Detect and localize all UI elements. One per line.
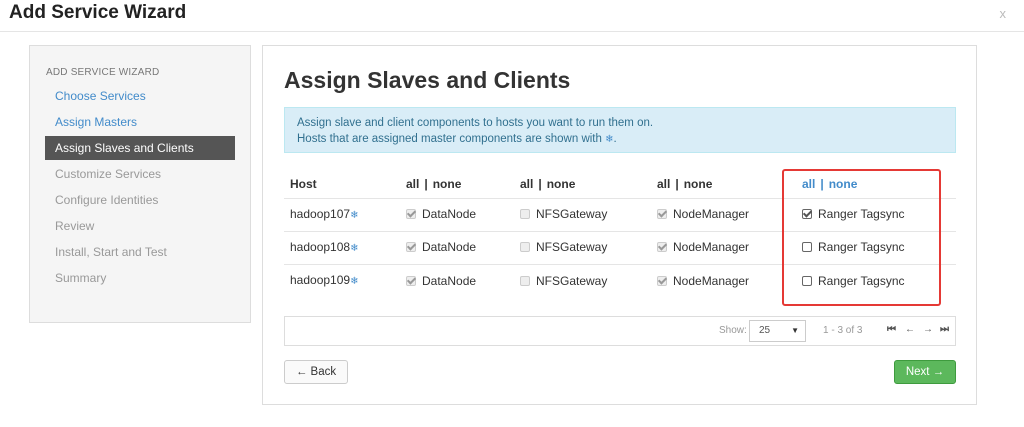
- datanode-header: all | none: [406, 177, 462, 191]
- info-text-line1: Assign slave and client components to ho…: [297, 117, 654, 129]
- datanode-select-none-link[interactable]: none: [433, 177, 462, 191]
- nfsgateway-select-all-link[interactable]: all: [520, 177, 533, 191]
- chevron-down-icon: ▼: [791, 326, 799, 335]
- page-range-text: 1 - 3 of 3: [823, 325, 863, 336]
- nodemanager-header: all | none: [657, 177, 713, 191]
- nodemanager-checkbox: [657, 242, 667, 252]
- host-column-header: Host: [290, 177, 317, 191]
- table-row-host: hadoop109❄: [290, 273, 359, 287]
- wizard-title: Add Service Wizard: [9, 2, 187, 23]
- close-icon[interactable]: x: [1000, 6, 1007, 21]
- snowflake-icon: ❄: [605, 134, 614, 145]
- sidebar-item-assign-masters[interactable]: Assign Masters: [45, 110, 235, 134]
- sidebar-item-assign-slaves: Assign Slaves and Clients: [45, 136, 235, 160]
- snowflake-icon: ❄: [350, 243, 359, 254]
- nodemanager-checkbox: [657, 209, 667, 219]
- nodemanager-checkbox: [657, 276, 667, 286]
- nfsgateway-header: all | none: [520, 177, 576, 191]
- nodemanager-checkbox-cell: NodeManager: [657, 274, 749, 288]
- datanode-checkbox: [406, 242, 416, 252]
- nodemanager-select-all-link[interactable]: all: [657, 177, 670, 191]
- page-title: Assign Slaves and Clients: [284, 67, 571, 93]
- main-panel: Assign Slaves and Clients Assign slave a…: [262, 45, 977, 405]
- page-size-label: Show:: [719, 325, 747, 336]
- nodemanager-select-none-link[interactable]: none: [684, 177, 713, 191]
- back-button[interactable]: ← Back: [284, 360, 348, 384]
- datanode-checkbox: [406, 209, 416, 219]
- sidebar-item-review: Review: [55, 219, 95, 233]
- sidebar-item-customize-services: Customize Services: [55, 167, 162, 181]
- nodemanager-checkbox-cell: NodeManager: [657, 240, 749, 254]
- wizard-title-bar: Add Service Wizard x: [0, 0, 1024, 30]
- nfsgateway-checkbox-cell: NFSGateway: [520, 207, 607, 221]
- datanode-checkbox-cell: DataNode: [406, 274, 476, 288]
- info-alert: Assign slave and client components to ho…: [284, 107, 956, 153]
- pagination-bar: Show: 25 ▼ 1 - 3 of 3 ⏮ ← → ⏭: [284, 316, 956, 346]
- nfsgateway-checkbox-cell: NFSGateway: [520, 274, 607, 288]
- table-row-host: hadoop107❄: [290, 207, 359, 221]
- info-text-line2: Hosts that are assigned master component…: [297, 133, 617, 145]
- nfsgateway-select-none-link[interactable]: none: [547, 177, 576, 191]
- snowflake-icon: ❄: [350, 276, 359, 287]
- nodemanager-checkbox-cell: NodeManager: [657, 207, 749, 221]
- prev-page-icon[interactable]: ←: [905, 324, 915, 335]
- first-page-icon[interactable]: ⏮: [887, 324, 896, 335]
- sidebar-item-configure-identities: Configure Identities: [55, 193, 159, 207]
- snowflake-icon: ❄: [350, 210, 359, 221]
- nfsgateway-checkbox: [520, 209, 530, 219]
- table-row-host: hadoop108❄: [290, 240, 359, 254]
- nfsgateway-checkbox: [520, 242, 530, 252]
- sidebar-item-choose-services[interactable]: Choose Services: [45, 84, 235, 108]
- datanode-checkbox-cell: DataNode: [406, 240, 476, 254]
- wizard-sidebar: ADD SERVICE WIZARD Choose Services Assig…: [29, 45, 251, 323]
- next-page-icon[interactable]: →: [923, 324, 933, 335]
- datanode-select-all-link[interactable]: all: [406, 177, 419, 191]
- sidebar-item-install: Install, Start and Test: [55, 245, 167, 259]
- datanode-checkbox-cell: DataNode: [406, 207, 476, 221]
- next-button[interactable]: Next →: [894, 360, 956, 384]
- highlight-annotation-box: [782, 169, 941, 306]
- nfsgateway-checkbox: [520, 276, 530, 286]
- last-page-icon[interactable]: ⏭: [940, 324, 949, 335]
- page-size-select[interactable]: 25 ▼: [749, 320, 806, 342]
- datanode-checkbox: [406, 276, 416, 286]
- nfsgateway-checkbox-cell: NFSGateway: [520, 240, 607, 254]
- divider: [0, 31, 1024, 32]
- sidebar-header: ADD SERVICE WIZARD: [46, 67, 160, 78]
- sidebar-item-summary: Summary: [55, 271, 107, 285]
